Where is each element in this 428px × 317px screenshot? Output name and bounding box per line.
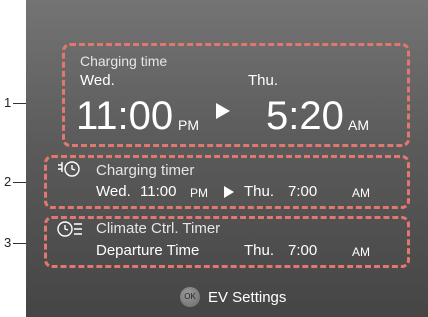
charging-timer-title: Charging timer	[96, 162, 195, 179]
clock-fan-icon	[57, 221, 82, 237]
charging-timer-start-ampm: PM	[190, 186, 208, 200]
charging-time-start-day: Wed.	[80, 72, 115, 89]
charging-time-start-time: 11:00	[76, 94, 174, 138]
plug-clock-icon	[58, 161, 80, 177]
charging-timer-end-ampm: AM	[352, 186, 370, 200]
play-arrow-icon	[224, 186, 234, 198]
charging-time-end-ampm: AM	[348, 117, 369, 133]
climate-timer-time: 7:00	[288, 242, 318, 259]
climate-timer-day: Thu.	[244, 242, 275, 259]
charging-timer-end-time: 7:00	[288, 183, 318, 200]
climate-timer-title: Climate Ctrl. Timer	[96, 220, 221, 237]
ev-settings-label: EV Settings	[208, 289, 287, 306]
ok-button[interactable]: OK	[180, 287, 200, 307]
callout-3: 3	[4, 235, 12, 250]
charging-timer-start-day: Wed.	[96, 183, 131, 200]
departure-time-label: Departure Time	[96, 242, 200, 259]
play-arrow-icon	[216, 103, 230, 119]
ev-display-screen: Charging time Wed. Thu. 11:00 PM 5:20 AM…	[26, 0, 428, 317]
charging-timer-end-day: Thu.	[244, 183, 275, 200]
callout-1: 1	[4, 95, 12, 110]
callout-2: 2	[4, 174, 12, 189]
charging-time-start-ampm: PM	[178, 117, 199, 133]
charging-time-end-time: 5:20	[266, 94, 344, 138]
charging-time-title: Charging time	[80, 53, 168, 69]
climate-timer-ampm: AM	[352, 245, 370, 259]
charging-time-end-day: Thu.	[248, 72, 279, 89]
charging-timer-start-time: 11:00	[140, 183, 177, 200]
